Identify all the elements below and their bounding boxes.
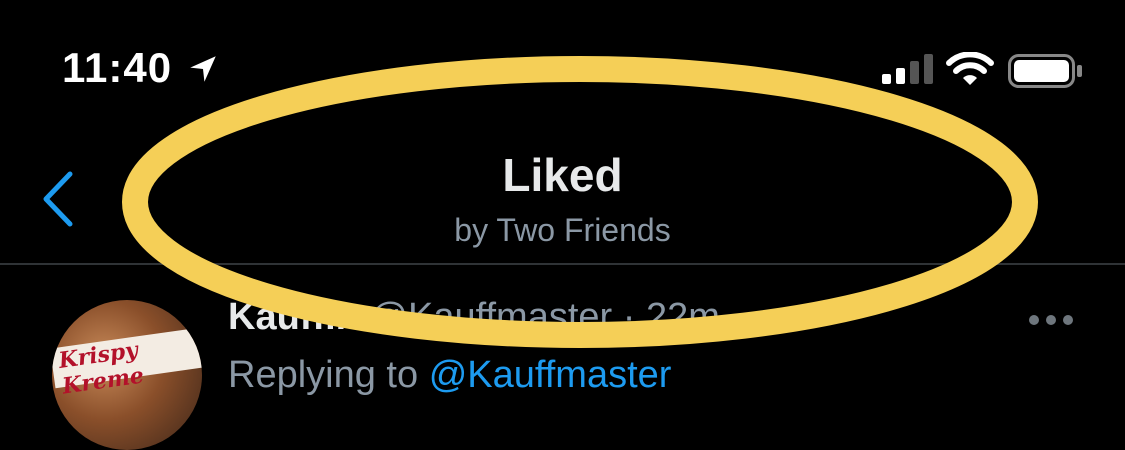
reply-line: Replying to @Kauffmaster	[228, 354, 671, 397]
avatar[interactable]: Krispy Kreme	[52, 300, 202, 450]
tweet-author-name[interactable]: Kauffin	[228, 296, 359, 338]
more-horizontal-icon[interactable]	[1028, 312, 1074, 328]
tweet-header: Kauffin @Kauffmaster · 22m	[228, 296, 720, 339]
status-time: 11:40	[62, 44, 173, 91]
location-arrow-icon	[190, 56, 216, 82]
header-divider	[0, 263, 1125, 265]
battery-icon	[1008, 54, 1082, 88]
tweet-separator: ·	[622, 296, 636, 338]
wifi-icon	[946, 52, 994, 85]
tweet-time: 22m	[645, 296, 720, 338]
page-subtitle: by Two Friends	[454, 212, 671, 248]
reply-mention-link[interactable]: @Kauffmaster	[429, 354, 672, 396]
page-title: Liked	[502, 149, 623, 201]
tweet-author-handle[interactable]: @Kauffmaster	[369, 296, 612, 338]
avatar-logo-text: Krispy Kreme	[57, 337, 146, 400]
cellular-signal-icon	[882, 54, 933, 84]
reply-prefix: Replying to	[228, 354, 419, 396]
